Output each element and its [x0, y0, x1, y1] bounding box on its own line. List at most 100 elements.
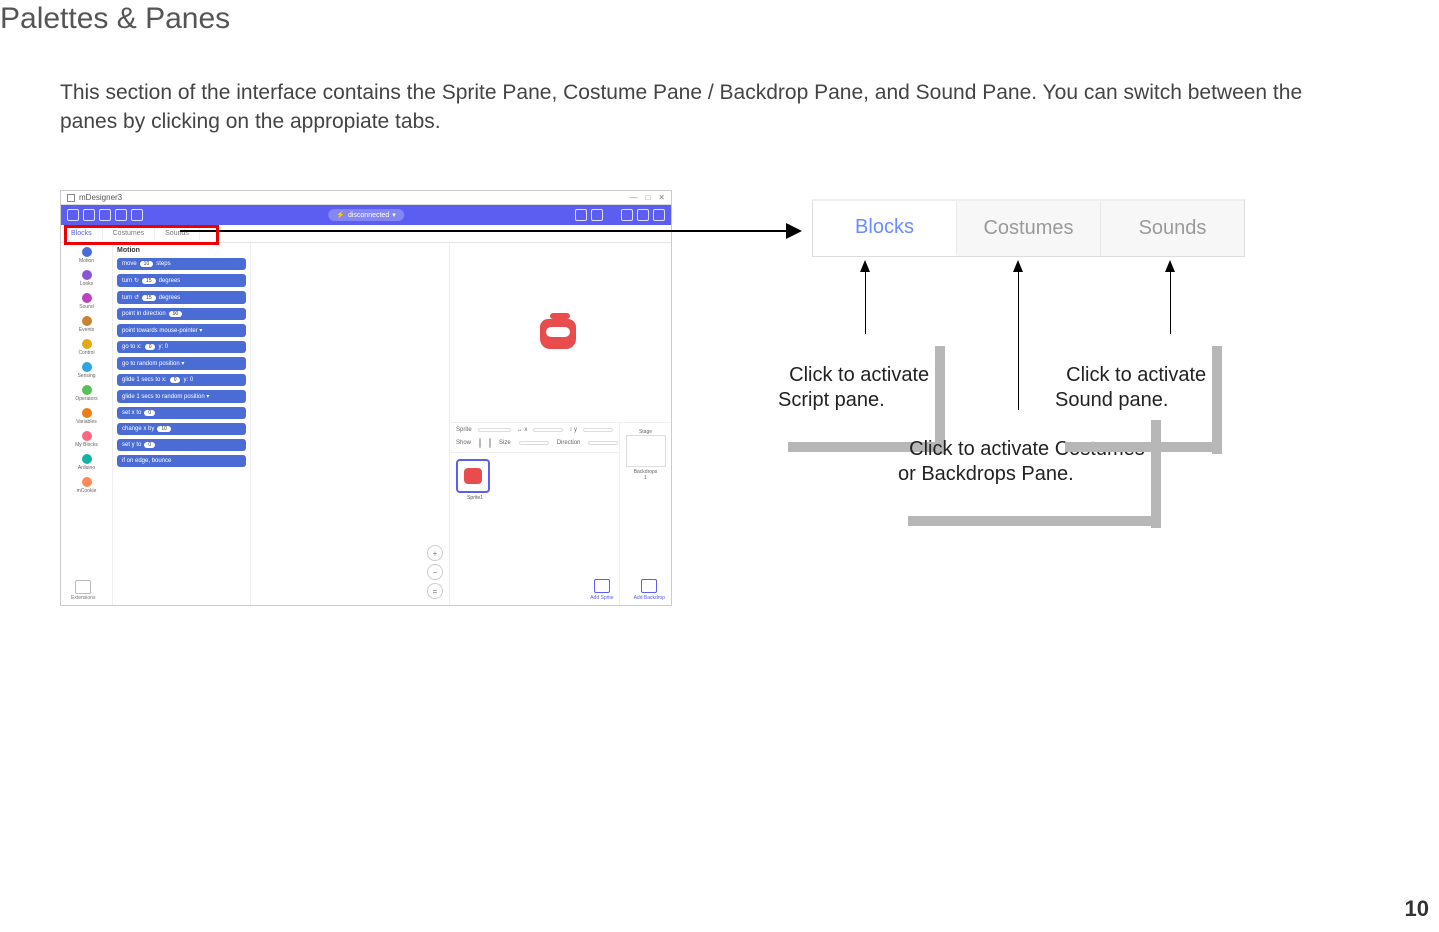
hide-toggle[interactable] [489, 438, 491, 448]
motion-block[interactable]: point in direction90 [117, 308, 246, 320]
blocks-category-header: Motion [117, 247, 246, 254]
close-icon[interactable]: ✕ [658, 193, 665, 202]
highlight-box [64, 225, 219, 245]
blocks-list: Motion move10steps turn ↻15degrees turn ↺1… [113, 243, 251, 605]
arrow-head-icon [1013, 260, 1023, 272]
arrow-stem [1170, 272, 1171, 334]
label-size: Size [499, 440, 511, 446]
motion-block[interactable]: go to random position ▾ [117, 357, 246, 370]
stage-view [450, 243, 671, 423]
backdrops-count: 1 [644, 475, 647, 481]
category-item[interactable]: Control [61, 339, 112, 356]
stage-panel: Sprite ↔ x ↕ y Show Size Direction [449, 243, 671, 605]
motion-block[interactable]: go to x:0y: 0 [117, 341, 246, 353]
category-item[interactable]: Sensing [61, 362, 112, 379]
arrow-stem [865, 272, 866, 334]
window-controls: — □ ✕ [629, 193, 665, 202]
y-field[interactable] [583, 428, 613, 432]
motion-block[interactable]: glide 1 secs to x:0y: 0 [117, 374, 246, 386]
motion-block[interactable]: set x to0 [117, 407, 246, 419]
category-item[interactable]: mCookie [61, 477, 112, 494]
save-icon[interactable] [99, 209, 111, 221]
label-y: ↕ y [569, 427, 577, 433]
add-sprite-label: Add Sprite [590, 595, 613, 601]
zoom-out-icon[interactable]: − [427, 564, 443, 580]
link-icon[interactable] [621, 209, 633, 221]
connection-status[interactable]: ⚡ disconnected ▾ [328, 209, 404, 221]
page-title: Palettes & Panes [0, 2, 230, 36]
category-palette: Motion Looks Sound Events Control Sensing Oper… [61, 243, 113, 605]
gear-icon[interactable] [653, 209, 665, 221]
motion-block[interactable]: if on edge, bounce [117, 455, 246, 467]
zoom-in-icon[interactable]: + [427, 545, 443, 561]
window-title: mDesigner3 [79, 193, 122, 202]
tab-costumes[interactable]: Costumes [957, 201, 1101, 256]
tab-sounds[interactable]: Sounds [1101, 201, 1244, 256]
arrow-head-icon [1165, 260, 1175, 272]
label-direction: Direction [557, 440, 581, 446]
category-item[interactable]: Variables [61, 408, 112, 425]
minimize-icon[interactable]: — [629, 193, 637, 202]
motion-block[interactable]: turn ↺15degrees [117, 291, 246, 304]
stop-icon[interactable] [591, 209, 603, 221]
sprite-thumb-icon [464, 468, 482, 484]
category-item[interactable]: My Blocks [61, 431, 112, 448]
add-sprite-button[interactable]: Add Sprite [590, 579, 613, 601]
tab-blocks[interactable]: Blocks [813, 201, 957, 256]
label-x: ↔ x [517, 427, 528, 433]
help-icon[interactable] [637, 209, 649, 221]
extensions-button[interactable]: Extensions [71, 580, 95, 601]
label-sprite: Sprite [456, 427, 472, 433]
plug-icon: ⚡ [336, 211, 345, 219]
category-item[interactable]: Sound [61, 293, 112, 310]
window-titlebar: mDesigner3 — □ ✕ [61, 191, 671, 205]
motion-block[interactable]: change x by10 [117, 423, 246, 435]
tabs-enlarged: Blocks Costumes Sounds [812, 199, 1245, 257]
category-item[interactable]: Operators [61, 385, 112, 402]
file-icon[interactable] [67, 209, 79, 221]
maximize-icon[interactable]: □ [645, 193, 650, 202]
add-backdrop-button[interactable]: Add Backdrop [634, 579, 665, 601]
category-item[interactable]: Arduino [61, 454, 112, 471]
add-sprite-icon [594, 579, 610, 593]
category-item[interactable]: Looks [61, 270, 112, 287]
chevron-down-icon: ▾ [392, 211, 396, 219]
sprite-info-panel: Sprite ↔ x ↕ y Show Size Direction [450, 423, 619, 453]
pointer-arrow [180, 230, 800, 232]
motion-block[interactable]: point towards mouse-pointer ▾ [117, 324, 246, 337]
show-toggle[interactable] [479, 438, 481, 448]
redo-icon[interactable] [131, 209, 143, 221]
zoom-reset-icon[interactable]: = [427, 583, 443, 599]
direction-field[interactable] [588, 441, 618, 445]
undo-icon[interactable] [115, 209, 127, 221]
arrow-head-icon [860, 260, 870, 272]
add-backdrop-label: Add Backdrop [634, 595, 665, 601]
add-backdrop-icon [641, 579, 657, 593]
intro-text: This section of the interface contains t… [60, 78, 1360, 137]
motion-block[interactable]: glide 1 secs to random position ▾ [117, 390, 246, 403]
motion-block[interactable]: set y to0 [117, 439, 246, 451]
sprite-name-field[interactable] [478, 428, 511, 432]
motion-block[interactable]: turn ↻15degrees [117, 274, 246, 287]
play-icon[interactable] [575, 209, 587, 221]
folder-icon[interactable] [83, 209, 95, 221]
size-field[interactable] [519, 441, 549, 445]
category-item[interactable]: Events [61, 316, 112, 333]
sprite-on-stage[interactable] [540, 313, 580, 349]
stage-thumbnail[interactable] [626, 435, 666, 467]
motion-block[interactable]: move10steps [117, 258, 246, 270]
sprite-card[interactable]: Sprite1 [456, 459, 494, 599]
x-field[interactable] [533, 428, 563, 432]
app-screenshot: mDesigner3 — □ ✕ ⚡ disconnected ▾ [60, 190, 672, 606]
callout-sound-pane: Click to activate Sound pane. [1055, 338, 1212, 442]
document-icon [67, 194, 75, 202]
script-area[interactable]: + − = [251, 243, 449, 605]
app-menubar: ⚡ disconnected ▾ [61, 205, 671, 225]
label-show: Show [456, 440, 471, 446]
connection-label: disconnected [348, 212, 389, 219]
arrow-stem [1018, 272, 1019, 410]
category-item[interactable]: Motion [61, 247, 112, 264]
sprite-card-label: Sprite1 [456, 495, 494, 501]
page-number: 10 [1405, 896, 1429, 922]
stage-side-panel: Stage Backdrops 1 [619, 423, 671, 605]
